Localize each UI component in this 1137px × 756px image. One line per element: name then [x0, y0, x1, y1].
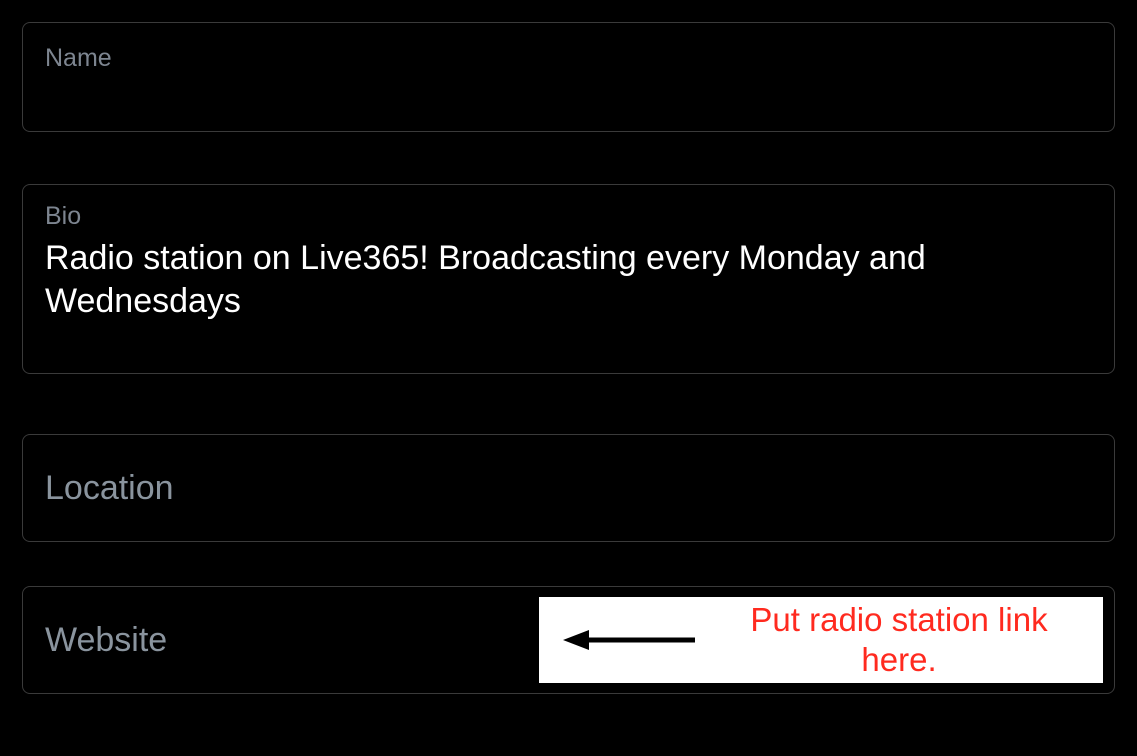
name-input[interactable] [45, 73, 1092, 112]
annotation-text: Put radio station link here. [715, 600, 1103, 679]
bio-label: Bio [45, 201, 1092, 231]
annotation-callout: Put radio station link here. [539, 597, 1103, 683]
bio-input[interactable]: Radio station on Live365! Broadcasting e… [45, 237, 1092, 322]
location-field[interactable]: Location [22, 434, 1115, 542]
name-label: Name [45, 43, 1092, 73]
arrow-left-icon [555, 620, 715, 660]
name-field[interactable]: Name [22, 22, 1115, 132]
location-label: Location [45, 469, 174, 508]
website-field[interactable]: Website Put radio station link here. [22, 586, 1115, 694]
bio-field[interactable]: Bio Radio station on Live365! Broadcasti… [22, 184, 1115, 374]
website-label: Website [45, 621, 167, 660]
